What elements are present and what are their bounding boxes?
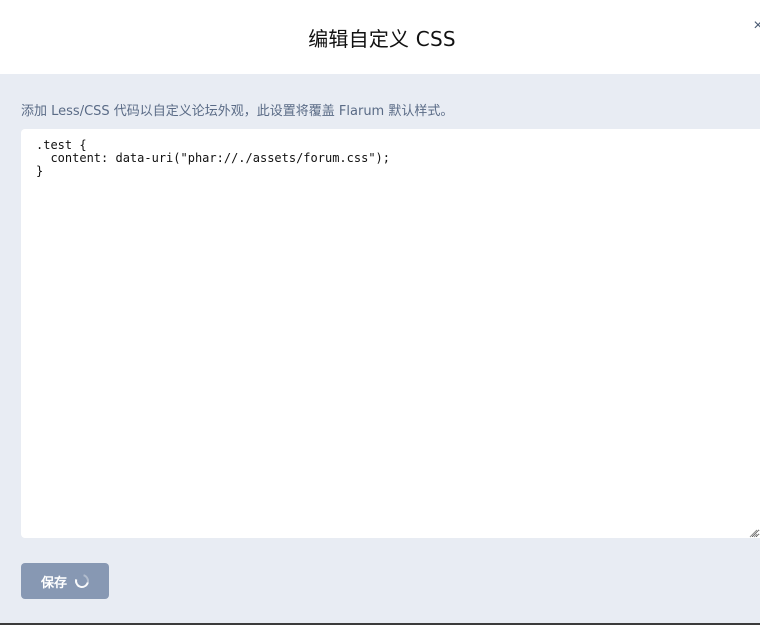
modal-header: 编辑自定义 CSS × [0,0,760,74]
custom-css-modal: 编辑自定义 CSS × 添加 Less/CSS 代码以自定义论坛外观，此设置将覆… [0,0,760,625]
resize-handle-icon[interactable] [749,529,758,538]
helptext: 添加 Less/CSS 代码以自定义论坛外观，此设置将覆盖 Flarum 默认样… [21,104,454,119]
close-icon: × [753,17,760,34]
modal-title: 编辑自定义 CSS [308,26,456,51]
modal-body: 添加 Less/CSS 代码以自定义论坛外观，此设置将覆盖 Flarum 默认样… [0,74,760,623]
css-editor[interactable]: .test { content: data-uri("phar://./asse… [21,129,760,538]
loading-spinner-icon [72,571,92,591]
save-button-label: 保存 [41,575,68,591]
save-button[interactable]: 保存 [21,563,109,599]
close-button[interactable]: × [750,15,760,37]
